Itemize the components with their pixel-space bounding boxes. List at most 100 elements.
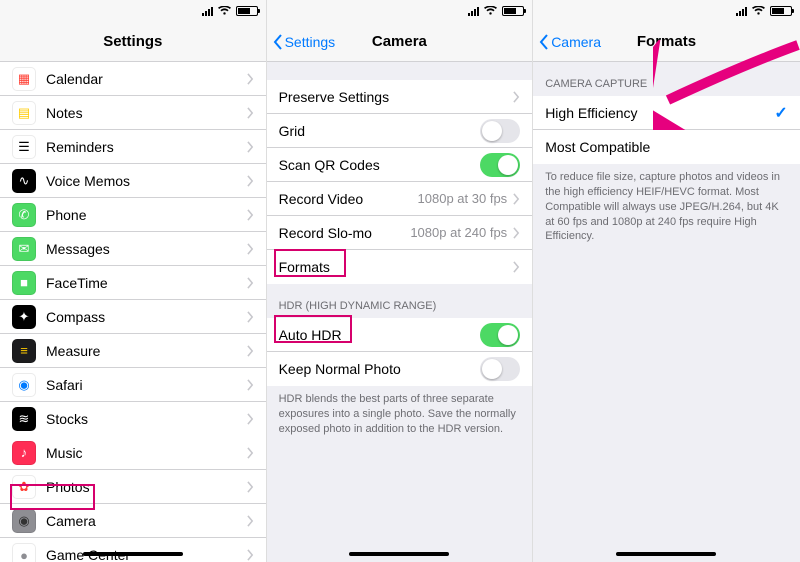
settings-list[interactable]: ▦ Calendar ▤Notes☰Reminders ∿ Voice Memos ✆Ph… [0,62,266,562]
hdr-row-keep-normal-photo[interactable]: Keep Normal Photo [267,352,533,386]
chevron-right-icon [247,447,254,459]
row-label: FaceTime [46,275,247,291]
app-icon: ∿ [12,169,36,193]
chevron-right-icon [513,193,520,205]
row-label: Compass [46,309,247,325]
chevron-right-icon [247,413,254,425]
settings-row-photos[interactable]: ✿Photos [0,470,266,504]
toggle[interactable] [480,119,520,143]
chevron-right-icon [247,311,254,323]
row-label: Scan QR Codes [279,157,481,173]
formats-row-high-efficiency[interactable]: High Efficiency✓ [533,96,800,130]
camera-content[interactable]: Preserve Settings Grid Scan QR Codes Record… [267,62,533,562]
battery-icon [770,6,792,16]
status-bar [267,0,533,22]
toggle[interactable] [480,323,520,347]
row-detail: 1080p at 30 fps [418,191,508,206]
home-indicator[interactable] [83,552,183,556]
row-label: Preserve Settings [279,89,514,105]
camera-row-preserve-settings[interactable]: Preserve Settings [267,80,533,114]
hdr-footer: HDR blends the best parts of three separ… [267,386,533,447]
settings-row-game-center[interactable]: ●Game Center [0,538,266,562]
row-label: Grid [279,123,481,139]
settings-row-measure[interactable]: ≡ Measure [0,334,266,368]
chevron-right-icon [247,107,254,119]
row-label: Phone [46,207,247,223]
settings-row-compass[interactable]: ✦Compass [0,300,266,334]
camera-row-formats[interactable]: Formats [267,250,533,284]
settings-row-phone[interactable]: ✆Phone [0,198,266,232]
formats-row-most-compatible[interactable]: Most Compatible [533,130,800,164]
chevron-right-icon [247,175,254,187]
home-indicator[interactable] [616,552,716,556]
formats-content[interactable]: CAMERA CAPTURE High Efficiency✓Most Comp… [533,62,800,562]
row-label: Formats [279,259,514,275]
chevron-right-icon [247,277,254,289]
back-button[interactable]: Camera [539,34,601,50]
chevron-right-icon [247,73,254,85]
back-label: Settings [285,34,336,50]
chevron-left-icon [273,34,283,50]
row-label: Most Compatible [545,139,788,155]
settings-row-messages[interactable]: ✉ Messages [0,232,266,266]
camera-row-record-slo-mo[interactable]: Record Slo-mo1080p at 240 fps [267,216,533,250]
row-label: Measure [46,343,247,359]
chevron-right-icon [513,261,520,273]
settings-row-music[interactable]: ♪Music [0,436,266,470]
back-button[interactable]: Settings [273,34,336,50]
app-icon: ◉ [12,509,36,533]
row-label: Calendar [46,71,247,87]
app-icon: ■ [12,271,36,295]
settings-row-notes[interactable]: ▤Notes [0,96,266,130]
battery-icon [236,6,258,16]
row-label: Photos [46,479,247,495]
app-icon: ♪ [12,441,36,465]
hdr-row-auto-hdr[interactable]: Auto HDR [267,318,533,352]
wifi-icon [484,6,497,16]
chevron-right-icon [247,243,254,255]
page-title: Settings [103,33,162,50]
signal-icon [736,7,747,16]
camera-row-scan-qr-codes[interactable]: Scan QR Codes [267,148,533,182]
chevron-right-icon [247,515,254,527]
settings-row-safari[interactable]: ◉ Safari [0,368,266,402]
app-icon: ▦ [12,67,36,91]
page-title: Camera [372,33,427,50]
toggle[interactable] [480,153,520,177]
settings-row-voice-memos[interactable]: ∿ Voice Memos [0,164,266,198]
row-label: Camera [46,513,247,529]
row-label: Record Slo-mo [279,225,411,241]
app-icon: ≡ [12,339,36,363]
camera-screen: Settings Camera Preserve Settings Grid Sca… [267,0,534,562]
camera-row-record-video[interactable]: Record Video1080p at 30 fps [267,182,533,216]
app-icon: ◉ [12,373,36,397]
back-label: Camera [551,34,601,50]
settings-row-stocks[interactable]: ≋ Stocks [0,402,266,436]
settings-row-camera[interactable]: ◉ Camera [0,504,266,538]
row-label: Record Video [279,191,418,207]
row-label: Voice Memos [46,173,247,189]
row-label: Safari [46,377,247,393]
camera-row-grid[interactable]: Grid [267,114,533,148]
formats-screen: Camera Formats CAMERA CAPTURE High Effic… [533,0,800,562]
app-icon: ☰ [12,135,36,159]
status-bar [533,0,800,22]
home-indicator[interactable] [349,552,449,556]
row-label: Stocks [46,411,247,427]
row-label: Keep Normal Photo [279,361,481,377]
row-label: Messages [46,241,247,257]
chevron-right-icon [247,209,254,221]
app-icon: ≋ [12,407,36,431]
toggle[interactable] [480,357,520,381]
settings-row-reminders[interactable]: ☰Reminders [0,130,266,164]
app-icon: ● [12,543,36,562]
app-icon: ✉ [12,237,36,261]
hdr-header: HDR (HIGH DYNAMIC RANGE) [267,284,533,318]
settings-row-calendar[interactable]: ▦ Calendar [0,62,266,96]
capture-footer: To reduce file size, capture photos and … [533,164,800,254]
settings-row-facetime[interactable]: ■ FaceTime [0,266,266,300]
wifi-icon [218,6,231,16]
row-detail: 1080p at 240 fps [410,225,507,240]
status-bar [0,0,266,22]
row-label: High Efficiency [545,105,774,121]
